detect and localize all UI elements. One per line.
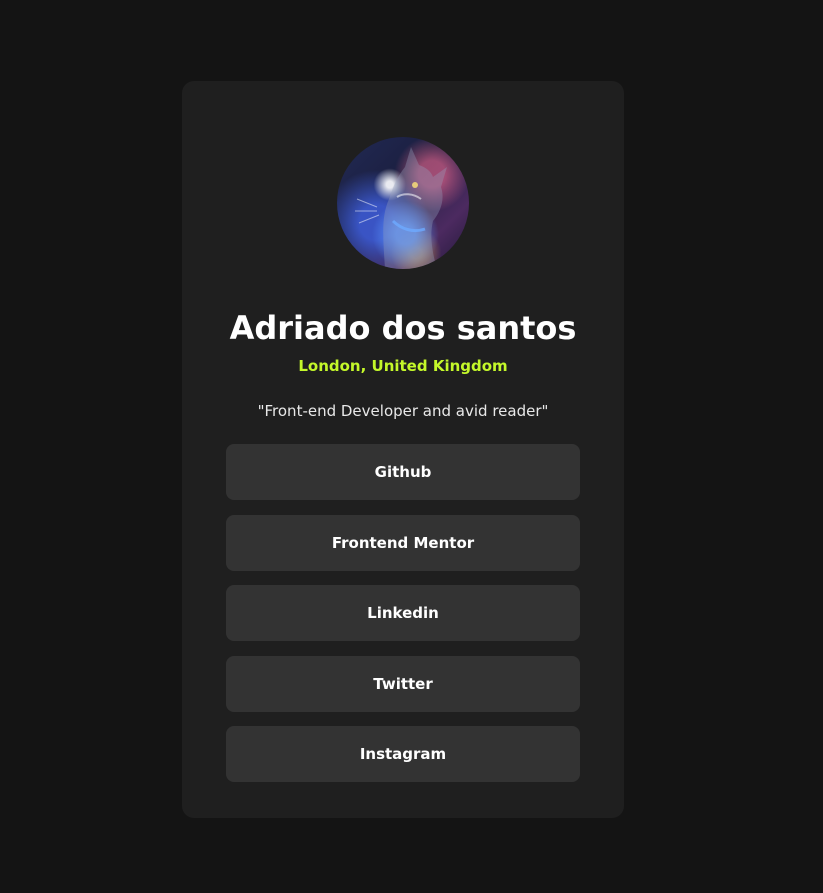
profile-name: Adriado dos santos [229,309,577,347]
profile-location: London, United Kingdom [298,357,508,375]
profile-card: Adriado dos santos London, United Kingdo… [182,81,624,818]
social-links-list: Github Frontend Mentor Linkedin Twitter … [226,444,580,783]
twitter-link-button[interactable]: Twitter [226,655,580,712]
github-link-button[interactable]: Github [226,444,580,500]
frontend-mentor-link-button[interactable]: Frontend Mentor [226,514,580,571]
profile-bio: "Front-end Developer and avid reader" [257,402,549,420]
avatar [337,137,469,269]
linkedin-link-button[interactable]: Linkedin [226,585,580,642]
cat-portrait-image [355,147,447,269]
instagram-link-button[interactable]: Instagram [226,726,580,783]
